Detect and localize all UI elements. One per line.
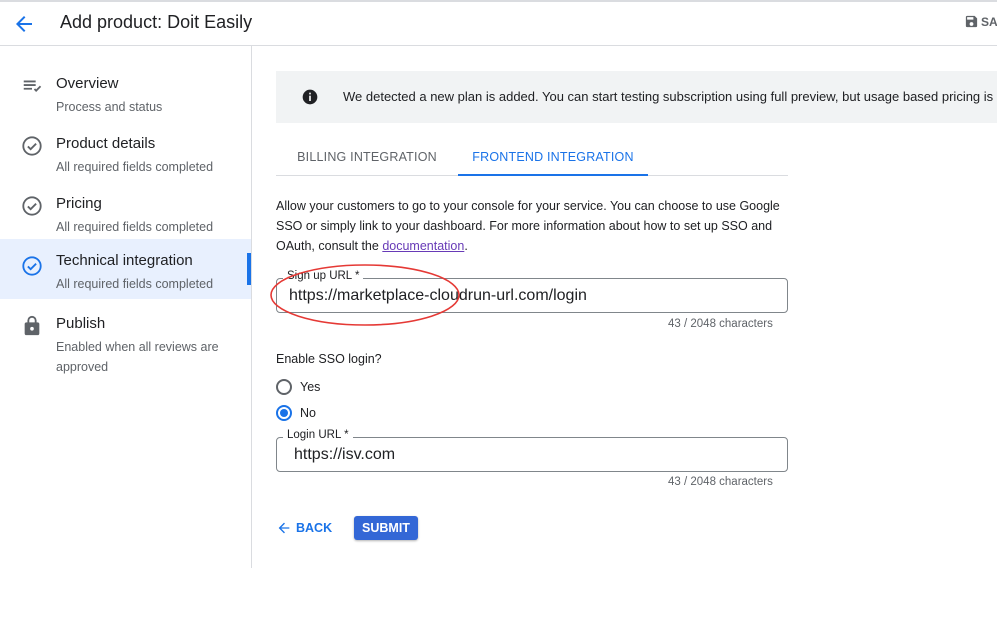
sidebar-item-status: All required fields completed bbox=[56, 160, 214, 174]
sso-option-yes[interactable]: Yes bbox=[276, 377, 320, 397]
sidebar-item-publish[interactable]: Publish Enabled when all reviews are app… bbox=[0, 303, 251, 374]
login-url-label: Login URL * bbox=[283, 429, 353, 441]
radio-button[interactable] bbox=[276, 379, 292, 395]
sidebar-item-status: Process and status bbox=[56, 100, 163, 114]
sidebar-item-status: All required fields completed bbox=[56, 277, 214, 291]
save-button[interactable]: SA bbox=[964, 14, 997, 29]
description: Allow your customers to go to your conso… bbox=[276, 196, 786, 256]
signup-url-value[interactable]: https://marketplace-cloudrun-url.com/log… bbox=[289, 287, 587, 305]
radio-button-checked[interactable] bbox=[276, 405, 292, 421]
tab-frontend-integration[interactable]: FRONTEND INTEGRATION bbox=[458, 140, 648, 176]
signup-url-field[interactable]: Sign up URL * https://marketplace-cloudr… bbox=[276, 270, 788, 313]
sidebar-item-label: Product details bbox=[56, 135, 156, 152]
sidebar-item-label: Overview bbox=[56, 75, 119, 92]
banner-text: We detected a new plan is added. You can… bbox=[343, 89, 994, 104]
check-circle-icon bbox=[22, 256, 42, 276]
list-check-icon bbox=[23, 80, 42, 92]
signup-url-counter: 43 / 2048 characters bbox=[668, 318, 773, 330]
back-button[interactable]: BACK bbox=[276, 518, 332, 538]
save-icon bbox=[965, 15, 978, 28]
description-text: Allow your customers to go to your conso… bbox=[276, 199, 780, 253]
sidebar-item-label: Pricing bbox=[56, 195, 102, 212]
sidebar-item-technical-integration[interactable]: Technical integration All required field… bbox=[0, 239, 251, 299]
check-circle-icon bbox=[22, 196, 42, 216]
description-end: . bbox=[464, 239, 468, 253]
login-url-value[interactable]: https://isv.com bbox=[294, 446, 395, 464]
save-label: SA bbox=[981, 14, 997, 29]
info-icon bbox=[302, 89, 318, 105]
radio-label: Yes bbox=[300, 380, 321, 394]
tab-billing-integration[interactable]: BILLING INTEGRATION bbox=[276, 140, 458, 176]
sidebar-item-label: Publish bbox=[56, 315, 106, 332]
login-url-field[interactable]: Login URL * https://isv.com bbox=[276, 429, 788, 472]
back-label: BACK bbox=[296, 521, 333, 535]
lock-icon bbox=[24, 315, 40, 336]
submit-button[interactable]: SUBMIT bbox=[354, 516, 418, 540]
integration-tabs: BILLING INTEGRATION FRONTEND INTEGRATION bbox=[276, 140, 788, 176]
info-banner: We detected a new plan is added. You can… bbox=[276, 71, 997, 123]
sidebar: Overview Process and status Product deta… bbox=[0, 46, 252, 568]
page-title: Add product: Doit Easily bbox=[60, 12, 253, 32]
sidebar-item-overview[interactable]: Overview Process and status bbox=[0, 63, 251, 123]
sidebar-item-pricing[interactable]: Pricing All required fields completed bbox=[0, 183, 251, 243]
sso-option-no[interactable]: No bbox=[276, 403, 316, 423]
login-url-counter: 43 / 2048 characters bbox=[668, 476, 773, 488]
back-arrow-icon[interactable] bbox=[12, 12, 36, 36]
documentation-link[interactable]: documentation bbox=[382, 239, 464, 253]
arrow-left-icon bbox=[278, 522, 290, 534]
sidebar-item-product-details[interactable]: Product details All required fields comp… bbox=[0, 123, 251, 183]
signup-url-label: Sign up URL * bbox=[283, 270, 364, 282]
sidebar-item-status: All required fields completed bbox=[56, 220, 214, 234]
top-bar: Add product: Doit Easily SA bbox=[0, 0, 997, 46]
sidebar-item-status: Enabled when all reviews are approved bbox=[56, 340, 219, 374]
sidebar-item-label: Technical integration bbox=[56, 252, 193, 269]
radio-label: No bbox=[300, 406, 316, 420]
sso-question: Enable SSO login? bbox=[276, 352, 382, 366]
check-circle-icon bbox=[22, 136, 42, 156]
